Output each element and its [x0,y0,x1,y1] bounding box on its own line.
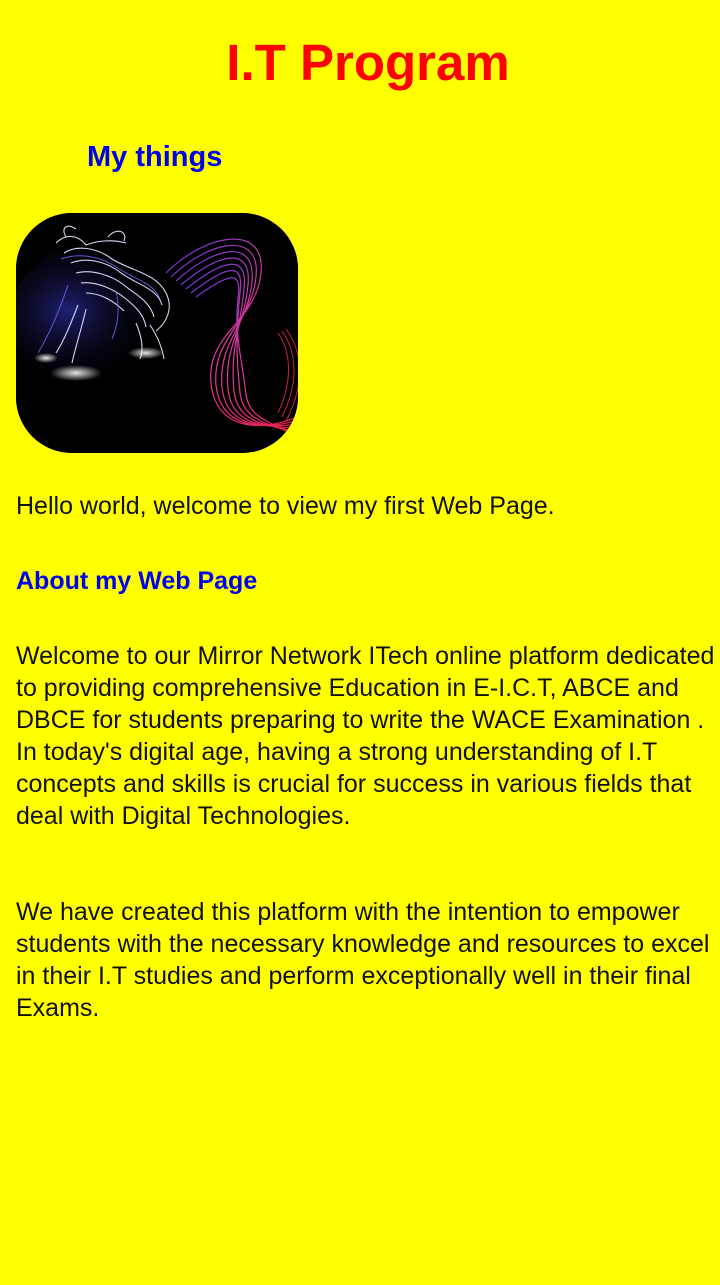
about-paragraph-2: We have created this platform with the i… [16,898,710,1022]
page-title: I.T Program [226,34,510,91]
intro-text: Hello world, welcome to view my first We… [16,492,555,520]
my-things-heading: My things [87,141,223,173]
glowing-bull-image [16,213,298,453]
about-heading: About my Web Page [16,567,258,595]
about-paragraph-1: Welcome to our Mirror Network ITech onli… [16,642,715,830]
